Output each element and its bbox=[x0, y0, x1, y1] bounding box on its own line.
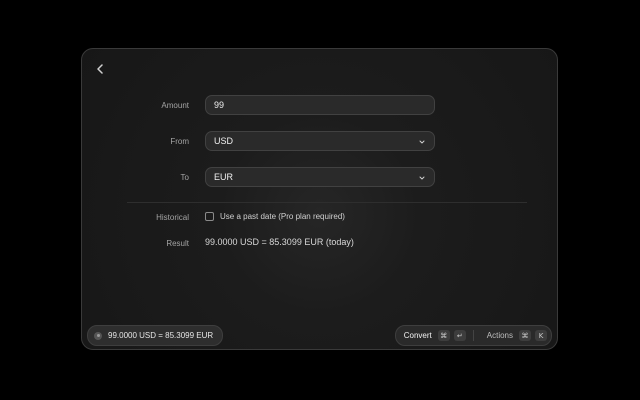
return-key-icon: ↵ bbox=[453, 330, 466, 341]
action-bar: Convert ⌘ ↵ Actions ⌘ K bbox=[394, 325, 552, 346]
historical-checkbox-label[interactable]: Use a past date (Pro plan required) bbox=[220, 212, 345, 221]
command-key-icon: ⌘ bbox=[519, 330, 531, 341]
historical-checkbox[interactable] bbox=[205, 212, 214, 221]
result-value: 99.0000 USD = 85.3099 EUR (today) bbox=[205, 237, 354, 247]
divider bbox=[127, 202, 527, 203]
chevron-down-icon bbox=[419, 140, 425, 144]
from-select-value: USD bbox=[214, 136, 234, 146]
historical-label: Historical bbox=[156, 213, 189, 222]
amount-input-box[interactable] bbox=[205, 95, 435, 115]
k-key-icon: K bbox=[535, 330, 547, 341]
back-button[interactable] bbox=[92, 61, 108, 77]
amount-label: Amount bbox=[161, 101, 189, 110]
from-label: From bbox=[170, 137, 189, 146]
actions-button[interactable]: Actions bbox=[487, 331, 513, 340]
amount-input[interactable] bbox=[214, 100, 434, 110]
to-select-value: EUR bbox=[214, 172, 234, 182]
status-text: 99.0000 USD = 85.3099 EUR bbox=[108, 331, 214, 340]
convert-button[interactable]: Convert bbox=[404, 331, 432, 340]
result-label: Result bbox=[166, 239, 189, 248]
chevron-left-icon bbox=[97, 64, 103, 74]
chevron-down-icon bbox=[419, 176, 425, 180]
status-pill: 99.0000 USD = 85.3099 EUR bbox=[87, 325, 224, 346]
converter-window: Amount From USD To EUR Historical Use a … bbox=[81, 48, 558, 350]
status-dot-icon bbox=[94, 331, 102, 340]
from-select[interactable]: USD bbox=[205, 131, 435, 151]
command-key-icon: ⌘ bbox=[437, 330, 450, 341]
to-label: To bbox=[180, 173, 189, 182]
to-select[interactable]: EUR bbox=[205, 167, 435, 187]
action-separator bbox=[472, 330, 474, 341]
